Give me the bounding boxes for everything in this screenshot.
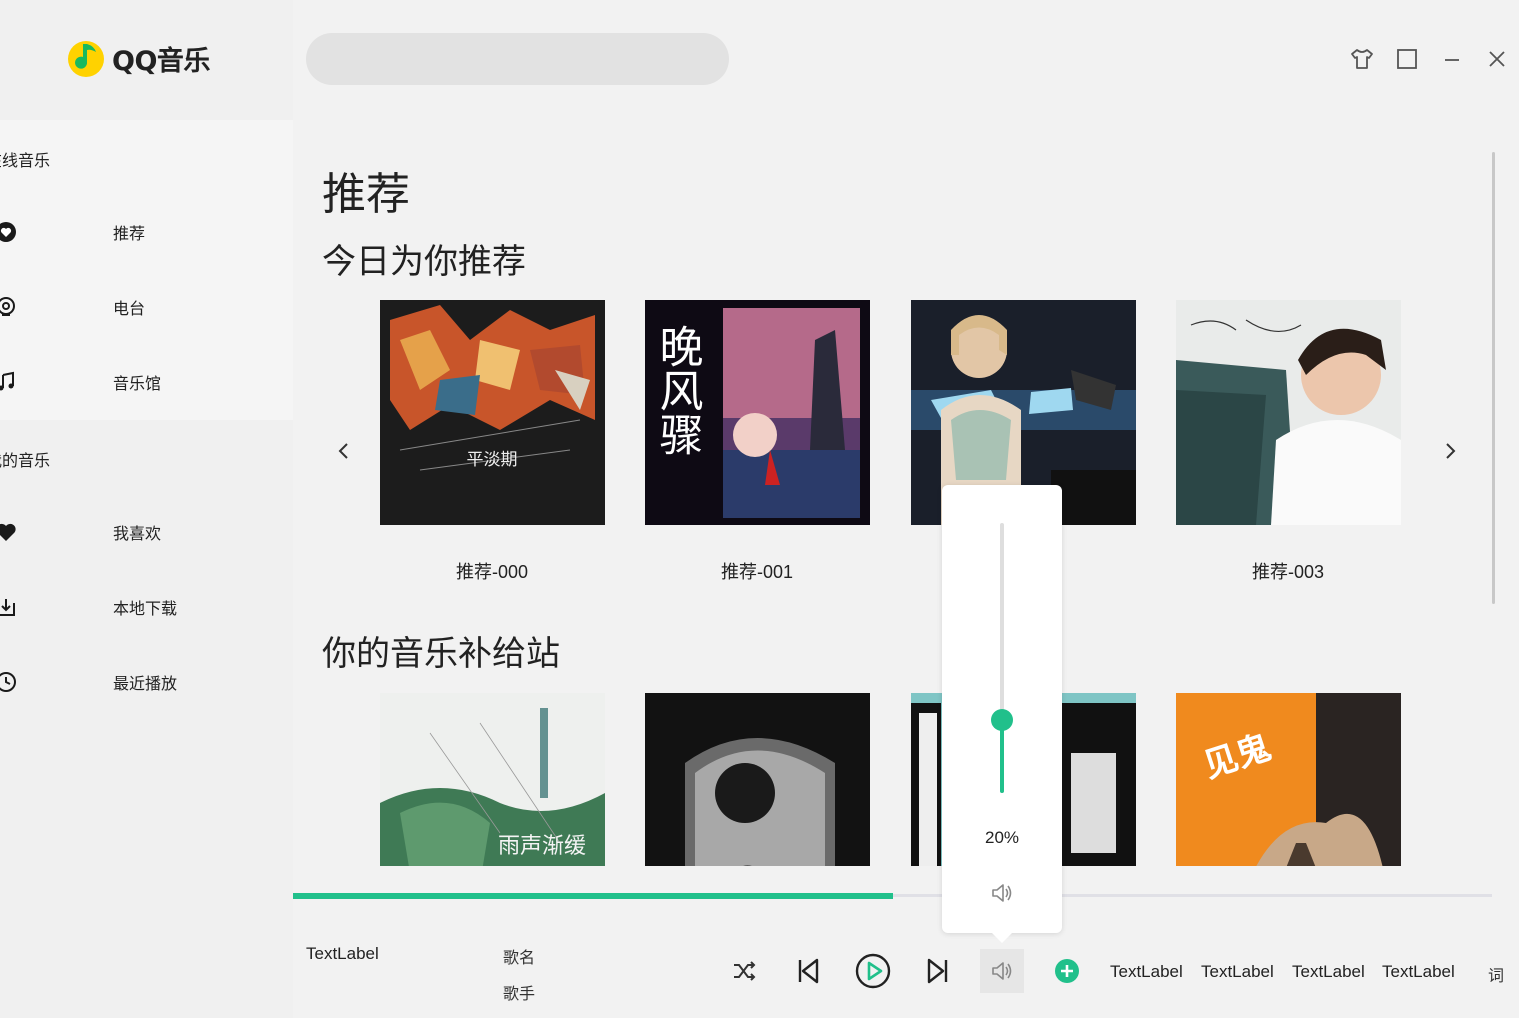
sidebar-item-music-hall[interactable]: 音乐馆 bbox=[0, 352, 293, 412]
online-music-title: 在线音乐 bbox=[0, 151, 51, 170]
sidebar-item-local-download[interactable]: 本地下载 bbox=[0, 577, 293, 637]
player-info-label: TextLabel bbox=[1110, 962, 1183, 981]
sidebar-item-label: 我喜欢 bbox=[113, 524, 162, 543]
volume-icon bbox=[992, 962, 1012, 980]
album-cover: 告别 bbox=[645, 693, 870, 866]
sidebar-item-label: 音乐馆 bbox=[113, 374, 162, 393]
app-logo-text: QQ音乐 bbox=[112, 45, 210, 77]
my-music-group: 我的音乐 我喜欢 本地下载 最近播放 bbox=[0, 420, 293, 720]
singer-name: 歌手 bbox=[503, 984, 536, 1003]
album-cover: 晚风骤 bbox=[645, 300, 870, 525]
player-left-label: TextLabel bbox=[306, 944, 379, 963]
play-icon bbox=[855, 953, 891, 989]
carousel-next-icon[interactable] bbox=[1438, 439, 1462, 463]
content-scrollbar[interactable] bbox=[1492, 152, 1495, 604]
shuffle-button[interactable] bbox=[722, 949, 766, 993]
recommend-card[interactable]: 晚风骤 推荐-001 bbox=[645, 300, 870, 582]
card-title: 推荐-000 bbox=[455, 562, 529, 582]
page-title: 推荐 bbox=[322, 169, 410, 220]
volume-slider[interactable] bbox=[991, 523, 1013, 793]
sidebar-item-label: 最近播放 bbox=[113, 674, 178, 693]
sidebar-item-recent[interactable]: 最近播放 bbox=[0, 652, 293, 712]
radio-icon bbox=[0, 297, 15, 316]
volume-percent: 20% bbox=[984, 828, 1020, 847]
sidebar-item-label: 电台 bbox=[113, 299, 146, 318]
recommend-card[interactable]: 平淡期 推荐-000 bbox=[380, 300, 605, 582]
sidebar-item-favorites[interactable]: 我喜欢 bbox=[0, 502, 293, 562]
app-logo: QQ音乐 bbox=[66, 38, 210, 78]
carousel-prev-icon[interactable] bbox=[332, 439, 356, 463]
add-circle-icon bbox=[1055, 959, 1079, 983]
sidebar-item-label: 推荐 bbox=[113, 224, 146, 243]
minimize-icon[interactable] bbox=[1438, 45, 1466, 73]
qq-music-logo-icon bbox=[68, 41, 104, 77]
skin-icon[interactable] bbox=[1348, 45, 1376, 73]
volume-slider-handle[interactable] bbox=[991, 709, 1013, 731]
card-title: 推荐-003 bbox=[1251, 562, 1325, 582]
sidebar-item-label: 本地下载 bbox=[113, 599, 178, 618]
shuffle-icon bbox=[734, 961, 756, 981]
volume-button[interactable] bbox=[980, 949, 1024, 993]
sidebar: QQ音乐 在线音乐 推荐 电台 音乐馆 我的音乐 我喜欢 本地下载 最近播放 bbox=[0, 0, 293, 1018]
lyrics-button[interactable]: 词 bbox=[1488, 962, 1504, 986]
recommend-card[interactable]: 见鬼 bbox=[1176, 693, 1401, 866]
song-name: 歌名 bbox=[503, 948, 536, 967]
music-note-icon bbox=[0, 371, 14, 391]
clock-icon bbox=[0, 672, 16, 692]
volume-popup: 20% bbox=[942, 485, 1062, 943]
player-info-label: TextLabel bbox=[1201, 962, 1274, 981]
heart-icon bbox=[0, 523, 16, 541]
card-title: 推荐-001 bbox=[720, 562, 794, 582]
skip-next-icon bbox=[927, 958, 948, 984]
player-info-label: TextLabel bbox=[1382, 962, 1455, 981]
close-icon[interactable] bbox=[1483, 45, 1511, 73]
recommend-card[interactable]: 推荐-003 bbox=[1176, 300, 1401, 582]
next-button[interactable] bbox=[916, 949, 960, 993]
player-info-label: TextLabel bbox=[1292, 962, 1365, 981]
section-title-today: 今日为你推荐 bbox=[322, 242, 526, 282]
svg-text:平淡期: 平淡期 bbox=[467, 450, 518, 470]
search-input[interactable] bbox=[306, 33, 729, 85]
album-cover: 雨声渐缓 bbox=[380, 693, 605, 866]
play-button[interactable] bbox=[851, 949, 895, 993]
playback-progress-bar[interactable] bbox=[293, 893, 1492, 899]
volume-mute-toggle-icon[interactable] bbox=[989, 880, 1015, 906]
recommend-card[interactable]: 告别 bbox=[645, 693, 870, 866]
sidebar-item-radio[interactable]: 电台 bbox=[0, 277, 293, 337]
album-cover: 平淡期 bbox=[380, 300, 605, 525]
skip-previous-icon bbox=[798, 958, 819, 984]
add-to-playlist-button[interactable] bbox=[1045, 949, 1089, 993]
heart-circle-icon bbox=[0, 222, 16, 242]
svg-text:晚风骤: 晚风骤 bbox=[652, 324, 703, 456]
previous-button[interactable] bbox=[786, 949, 830, 993]
section-title-supply: 你的音乐补给站 bbox=[322, 634, 560, 674]
playback-progress-fill bbox=[293, 893, 893, 899]
sidebar-item-recommend[interactable]: 推荐 bbox=[0, 202, 293, 262]
my-music-title: 我的音乐 bbox=[0, 451, 51, 470]
maximize-icon[interactable] bbox=[1393, 45, 1421, 73]
album-cover bbox=[1176, 300, 1401, 525]
download-icon bbox=[0, 599, 15, 616]
online-music-group: 在线音乐 推荐 电台 音乐馆 bbox=[0, 120, 293, 420]
album-cover: 见鬼 bbox=[1176, 693, 1401, 866]
svg-text:雨声渐缓: 雨声渐缓 bbox=[498, 834, 586, 859]
recommend-card[interactable]: 雨声渐缓 bbox=[380, 693, 605, 866]
main-content: 推荐 今日为你推荐 平淡期 推荐-000 晚风骤 推荐-001 推荐-003 你… bbox=[307, 134, 1504, 866]
